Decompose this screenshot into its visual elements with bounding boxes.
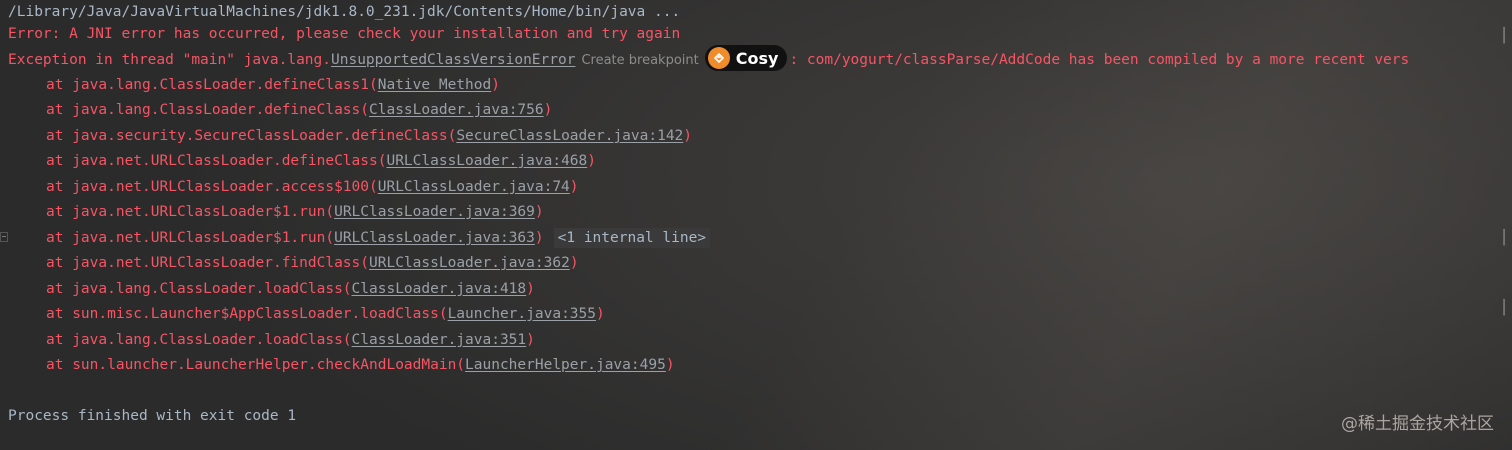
process-finished-line: Process finished with exit code 1 — [8, 408, 297, 424]
stack-frame-link[interactable]: ClassLoader.java:418 — [352, 281, 527, 297]
stack-frame-link[interactable]: Launcher.java:355 — [448, 306, 596, 322]
stack-frame-link[interactable]: LauncherHelper.java:495 — [465, 357, 666, 373]
stack-frame: at java.net.URLClassLoader.findClass(URL… — [46, 255, 579, 271]
jni-error-line: Error: A JNI error has occurred, please … — [8, 26, 681, 42]
stack-frame: at java.lang.ClassLoader.loadClass(Class… — [46, 332, 535, 348]
stack-frame-link[interactable]: URLClassLoader.java:468 — [386, 153, 587, 169]
stack-frame-link[interactable]: SecureClassLoader.java:142 — [456, 128, 683, 144]
stack-frame: at java.net.URLClassLoader$1.run(URLClas… — [46, 204, 544, 220]
stack-frame: at java.net.URLClassLoader$1.run(URLClas… — [46, 226, 711, 251]
scroll-marker-icon: ▏ — [1503, 230, 1512, 246]
stack-frame-link[interactable]: URLClassLoader.java:369 — [334, 204, 535, 220]
cosy-badge-label: Cosy — [735, 48, 779, 68]
stack-frame: at java.lang.ClassLoader.loadClass(Class… — [46, 281, 535, 297]
exception-line: Exception in thread "main" java.lang.Uns… — [8, 45, 1410, 73]
stack-frame: at java.security.SecureClassLoader.defin… — [46, 128, 693, 144]
internal-lines-fold[interactable]: <1 internal line> — [553, 228, 711, 248]
scroll-marker-icon: ▏ — [1503, 28, 1512, 44]
exception-class-link[interactable]: UnsupportedClassVersionError — [331, 52, 575, 68]
stack-frame: at java.lang.ClassLoader.defineClass(Cla… — [46, 102, 553, 118]
stack-frame-link[interactable]: ClassLoader.java:351 — [352, 332, 527, 348]
stack-frame: at java.lang.ClassLoader.defineClass1(Na… — [46, 77, 500, 93]
exception-prefix: Exception in thread "main" java.lang. — [8, 52, 332, 68]
fold-toggle-icon[interactable] — [0, 232, 8, 242]
stack-frame: at sun.launcher.LauncherHelper.checkAndL… — [46, 357, 675, 373]
watermark: @稀土掘金技术社区 — [1341, 414, 1494, 434]
stack-frame: at java.net.URLClassLoader.defineClass(U… — [46, 153, 596, 169]
stack-frame: at sun.misc.Launcher$AppClassLoader.load… — [46, 306, 605, 322]
stack-frame: at java.net.URLClassLoader.access$100(UR… — [46, 179, 579, 195]
stack-frame-link[interactable]: URLClassLoader.java:74 — [378, 179, 570, 195]
run-console-output[interactable]: /Library/Java/JavaVirtualMachines/jdk1.8… — [0, 0, 1512, 450]
stack-frame-link[interactable]: Native Method — [378, 77, 492, 93]
stack-frame-link[interactable]: URLClassLoader.java:363 — [334, 230, 535, 246]
stack-frame-link[interactable]: URLClassLoader.java:362 — [369, 255, 570, 271]
exception-message: : com/yogurt/classParse/AddCode has been… — [789, 52, 1410, 68]
cosy-badge[interactable]: Cosy — [704, 45, 788, 71]
create-breakpoint-link[interactable]: Create breakpoint — [581, 48, 698, 73]
stack-frame-link[interactable]: ClassLoader.java:756 — [369, 102, 544, 118]
scroll-marker-icon: ▏ — [1503, 300, 1512, 316]
cosy-logo-icon — [707, 47, 730, 69]
